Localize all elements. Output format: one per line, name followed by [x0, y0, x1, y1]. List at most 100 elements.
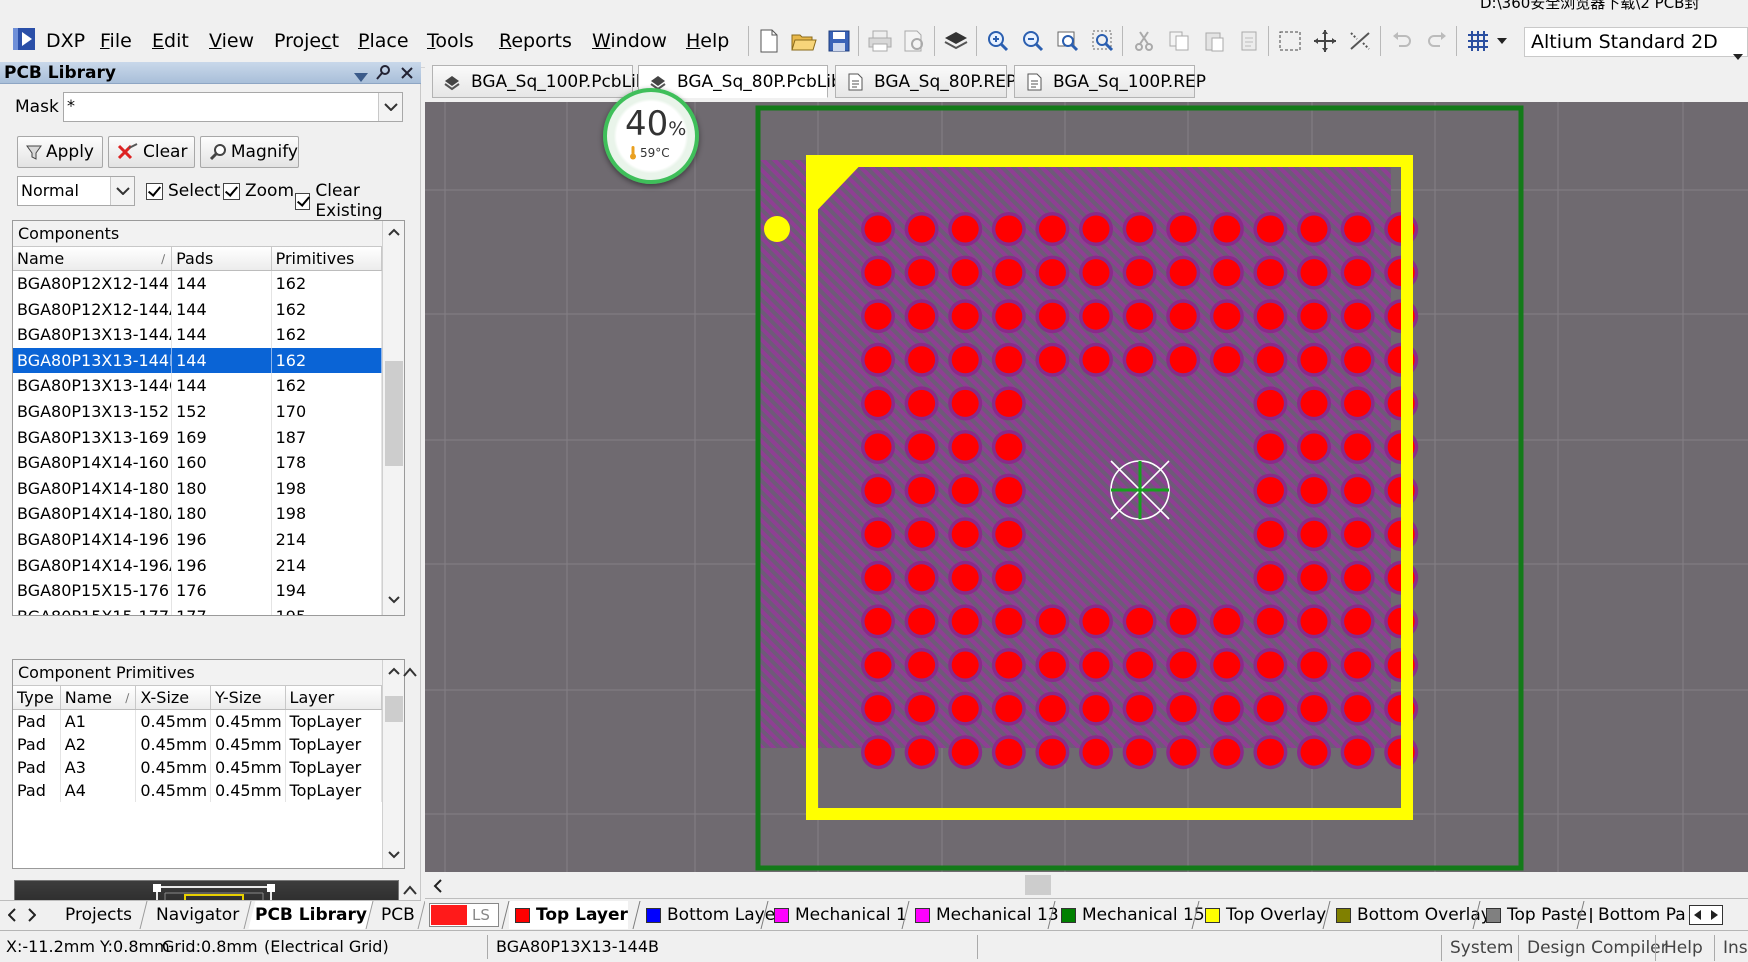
scroll-thumb[interactable] — [1025, 875, 1051, 895]
menu-window[interactable]: Window — [592, 28, 667, 54]
component-row[interactable]: BGA80P13X13-144B 144 162 — [13, 347, 382, 374]
print-preview-icon[interactable] — [900, 26, 930, 56]
primitive-row[interactable]: Pad A2 0.45mm 0.45mm TopLayer — [13, 733, 382, 756]
scroll-down-icon[interactable] — [386, 593, 402, 609]
menu-edit[interactable]: Edit — [152, 28, 189, 54]
scroll-down-icon[interactable] — [386, 848, 402, 864]
column-prim-name[interactable]: Name ∕ — [61, 686, 137, 709]
doc-tab-bga-sq-100p-pcblib[interactable]: BGA_Sq_100P.PcbLib — [432, 65, 647, 98]
collapse-up-icon[interactable] — [403, 662, 417, 681]
grid-icon[interactable] — [1463, 26, 1493, 56]
layer-tab[interactable]: Top Overlay — [1199, 901, 1326, 929]
scroll-thumb[interactable] — [385, 696, 403, 722]
instruments-button[interactable]: Inst — [1714, 935, 1748, 961]
help-button[interactable]: Help — [1655, 935, 1711, 961]
close-icon[interactable] — [400, 65, 414, 84]
filter-mode-select[interactable]: Normal — [17, 176, 135, 206]
primitive-row[interactable]: Pad A4 0.45mm 0.45mm TopLayer — [13, 779, 382, 802]
component-row[interactable]: BGA80P13X13-169 169 187 — [13, 424, 382, 451]
column-type[interactable]: Type — [13, 686, 61, 709]
cut-icon[interactable] — [1129, 26, 1159, 56]
component-row[interactable]: BGA80P14X14-180 180 198 — [13, 475, 382, 502]
component-row[interactable]: BGA80P13X13-144A 144 162 — [13, 322, 382, 348]
component-row[interactable]: BGA80P12X12-144 144 162 — [13, 271, 382, 297]
layer-scroll-arrows[interactable] — [1689, 905, 1723, 925]
column-y-size[interactable]: Y-Size — [211, 686, 286, 709]
component-row[interactable]: BGA80P14X14-196 196 214 — [13, 527, 382, 553]
tab-pcb-library[interactable]: PCB Library — [248, 901, 374, 929]
column-x-size[interactable]: X-Size — [136, 686, 211, 709]
print-icon[interactable] — [865, 26, 895, 56]
doc-tab-bga-sq-100p-rep[interactable]: BGA_Sq_100P.REP — [1014, 65, 1206, 98]
component-row[interactable]: BGA80P12X12-144A 144 162 — [13, 296, 382, 323]
layer-tab[interactable]: Top Layer — [509, 901, 628, 929]
component-row[interactable]: BGA80P14X14-180A 180 198 — [13, 501, 382, 527]
layer-tab[interactable]: Mechanical 13 — [909, 901, 1059, 929]
menu-reports[interactable]: Reports — [499, 28, 572, 54]
move-icon[interactable] — [1310, 26, 1340, 56]
panel-menu-icon[interactable] — [354, 68, 368, 87]
zoom-out-icon[interactable] — [1018, 26, 1048, 56]
clear-existing-checkbox[interactable]: Clear Existing — [295, 181, 420, 221]
column-name[interactable]: Name ∕ — [13, 247, 173, 270]
layer-tab[interactable]: Bottom Paste — [1584, 901, 1686, 929]
scroll-up-icon[interactable] — [386, 225, 402, 241]
zoom-in-icon[interactable] — [983, 26, 1013, 56]
zoom-checkbox[interactable]: Zoom — [223, 181, 294, 201]
tab-scroll-right-icon[interactable] — [28, 907, 37, 926]
component-row[interactable]: BGA80P13X13-144C 144 162 — [13, 373, 382, 399]
deselect-icon[interactable] — [1345, 26, 1375, 56]
layer-tab[interactable]: Mechanical 15 — [1055, 901, 1205, 929]
primitive-row[interactable]: Pad A1 0.45mm 0.45mm TopLayer — [13, 710, 382, 733]
system-monitor-widget[interactable]: 40% 59°C — [603, 88, 699, 184]
tab-pcb[interactable]: PCB — [370, 901, 426, 929]
component-row[interactable]: BGA80P14X14-160 160 178 — [13, 450, 382, 476]
collapse-up-icon[interactable] — [403, 880, 417, 899]
component-row[interactable]: BGA80P13X13-152 152 170 — [13, 399, 382, 425]
undo-icon[interactable] — [1387, 26, 1417, 56]
column-pads[interactable]: Pads — [172, 247, 272, 270]
menu-help[interactable]: Help — [686, 28, 729, 54]
magnify-button[interactable]: Magnify — [200, 136, 299, 168]
layer-tab[interactable]: Mechanical 1 — [768, 901, 907, 929]
apply-button[interactable]: Apply — [17, 136, 103, 168]
tab-projects[interactable]: Projects — [50, 901, 148, 929]
menu-tools[interactable]: Tools — [427, 28, 474, 54]
tab-scroll-left-icon[interactable] — [7, 907, 16, 926]
system-button[interactable]: System — [1441, 935, 1521, 961]
redo-icon[interactable] — [1422, 26, 1452, 56]
dxp-logo-icon[interactable] — [10, 24, 40, 54]
paste-icon[interactable] — [1199, 26, 1229, 56]
layer-tab[interactable]: Bottom Overlay — [1330, 901, 1491, 929]
component-row[interactable]: BGA80P15X15-176 176 194 — [13, 578, 382, 604]
components-scrollbar[interactable] — [382, 221, 404, 615]
canvas-hscrollbar[interactable] — [425, 872, 1748, 898]
primitives-scrollbar[interactable] — [382, 660, 404, 868]
menu-view[interactable]: View — [209, 28, 254, 54]
component-row[interactable]: BGA80P14X14-196A 196 214 — [13, 552, 382, 579]
scroll-up-icon[interactable] — [386, 664, 402, 680]
layer-set-button[interactable]: LS — [429, 903, 499, 927]
origin-marker-icon[interactable] — [1110, 460, 1170, 520]
select-checkbox[interactable]: Select — [146, 181, 220, 201]
scroll-thumb[interactable] — [385, 361, 403, 466]
zoom-area-icon[interactable] — [1088, 26, 1118, 56]
select-area-icon[interactable] — [1275, 26, 1305, 56]
layer-tab[interactable]: Top Paste — [1480, 901, 1587, 929]
menu-dxp[interactable]: DXP — [46, 28, 85, 54]
grid-dropdown-icon[interactable] — [1492, 26, 1512, 56]
open-folder-icon[interactable] — [789, 26, 819, 56]
component-row[interactable]: BGA80P15X15-177177195 — [13, 603, 382, 615]
pin-icon[interactable] — [376, 64, 392, 84]
save-icon[interactable] — [824, 26, 854, 56]
menu-place[interactable]: Place — [358, 28, 409, 54]
copy-icon[interactable] — [1164, 26, 1194, 56]
layer-stack-icon[interactable] — [941, 26, 971, 56]
scroll-left-icon[interactable] — [433, 878, 443, 897]
pcb-canvas[interactable] — [425, 102, 1748, 872]
design-compiler-button[interactable]: Design Compiler — [1518, 935, 1676, 961]
mask-dropdown[interactable] — [378, 93, 402, 121]
mask-input[interactable]: * — [63, 92, 403, 122]
menu-file[interactable]: File — [100, 28, 132, 54]
column-primitives[interactable]: Primitives — [272, 247, 382, 270]
